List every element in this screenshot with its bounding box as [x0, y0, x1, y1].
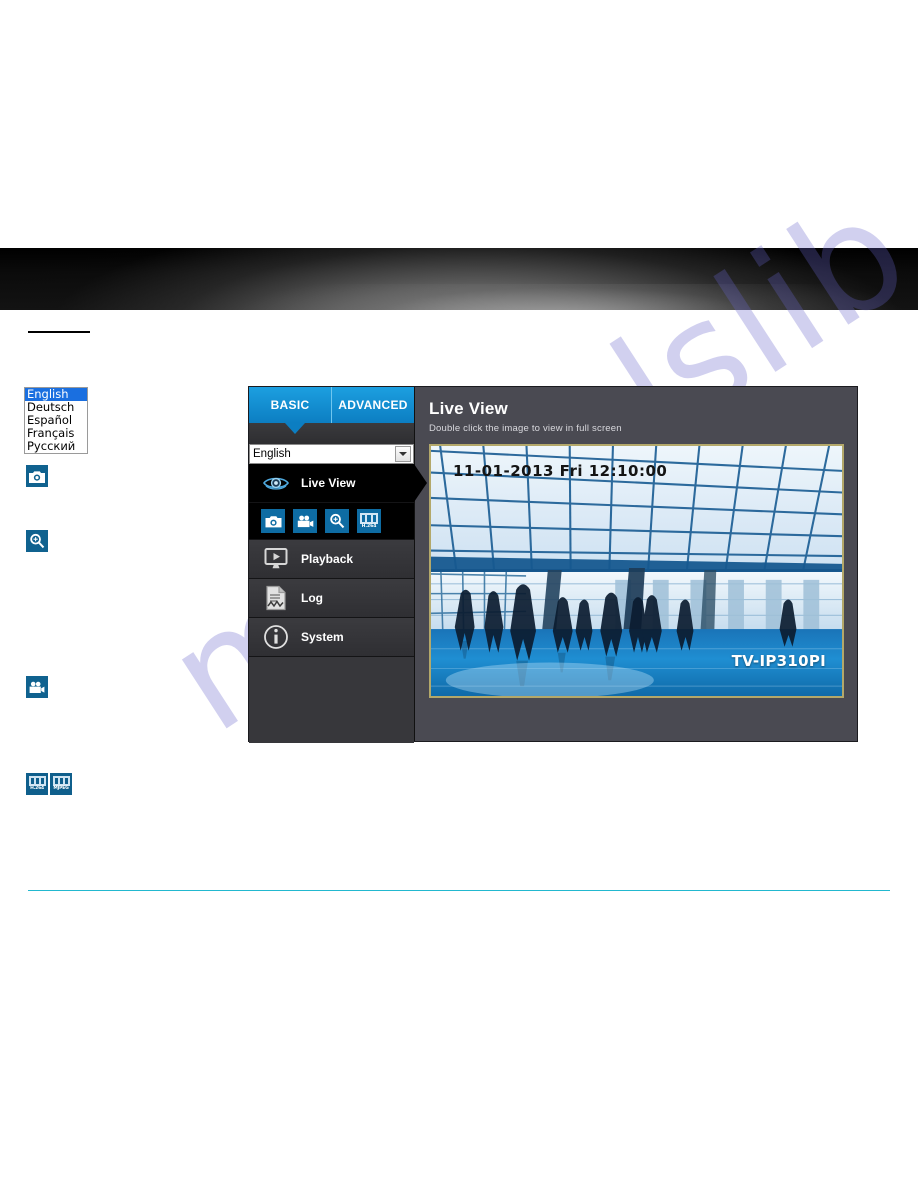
- banner-gradient-sweep: [0, 284, 918, 310]
- snapshot-icon: [26, 465, 48, 487]
- video-camera-icon[interactable]: [293, 509, 317, 533]
- mjpeg-icon: MJPEG: [50, 773, 72, 795]
- zoom-icon: [26, 530, 48, 552]
- record-icon: [26, 676, 48, 698]
- film-strip-graphic: [28, 776, 46, 786]
- page-header-banner: [0, 248, 918, 310]
- magnifier-icon[interactable]: [325, 509, 349, 533]
- sidebar-item-live-view[interactable]: Live View: [249, 464, 414, 503]
- tab-underbar: [249, 423, 414, 444]
- tab-basic[interactable]: BASIC: [249, 387, 332, 423]
- language-select-wrapper: English: [249, 444, 414, 464]
- language-option-list[interactable]: English Deutsch Español Français Русский: [24, 387, 88, 454]
- language-select[interactable]: English: [249, 444, 414, 464]
- camera-web-ui-panel: BASIC ADVANCED English Live View H.264 P…: [248, 386, 858, 743]
- camera-icon[interactable]: [261, 509, 285, 533]
- sidebar-item-playback[interactable]: Playback: [249, 540, 414, 579]
- tab-advanced[interactable]: ADVANCED: [332, 387, 414, 423]
- mjpeg-icon-label: MJPEG: [53, 786, 69, 791]
- video-camera-name-overlay: TV-IP310PI: [731, 652, 826, 670]
- film-strip-graphic: [360, 512, 378, 524]
- footer-divider: [28, 890, 890, 891]
- sidebar-filler: [249, 657, 414, 743]
- info-circle-icon: [261, 623, 291, 651]
- language-option-russian[interactable]: Русский: [25, 440, 87, 453]
- film-strip-graphic: [52, 776, 70, 786]
- playback-monitor-icon: [261, 545, 291, 573]
- codec-label: H.264: [361, 523, 377, 529]
- sidebar-item-label: Playback: [301, 552, 354, 566]
- active-tab-pointer: [285, 423, 305, 434]
- live-video-frame[interactable]: 11-01-2013 Fri 12:10:00 TV-IP310PI: [429, 444, 844, 698]
- sidebar-item-label: Live View: [301, 476, 356, 490]
- mode-tab-bar: BASIC ADVANCED: [249, 387, 414, 423]
- ui-sidebar: BASIC ADVANCED English Live View H.264 P…: [249, 387, 427, 743]
- sidebar-item-label: System: [301, 630, 344, 644]
- ui-content-area: Live View Double click the image to view…: [415, 387, 857, 741]
- sidebar-item-label: Log: [301, 591, 323, 605]
- active-item-arrow: [414, 464, 427, 502]
- h264-icon-label: H.264: [30, 786, 44, 791]
- live-view-tool-row: H.264: [249, 503, 414, 540]
- log-document-icon: [261, 584, 291, 612]
- sidebar-item-system[interactable]: System: [249, 618, 414, 657]
- page-subtitle: Double click the image to view in full s…: [429, 423, 622, 434]
- film-strip-icon[interactable]: H.264: [357, 509, 381, 533]
- h264-icon: H.264: [26, 773, 48, 795]
- sidebar-item-log[interactable]: Log: [249, 579, 414, 618]
- video-timestamp-overlay: 11-01-2013 Fri 12:10:00: [453, 462, 668, 480]
- section-rule: [28, 331, 90, 333]
- eye-icon: [261, 469, 291, 497]
- page-title: Live View: [429, 399, 508, 418]
